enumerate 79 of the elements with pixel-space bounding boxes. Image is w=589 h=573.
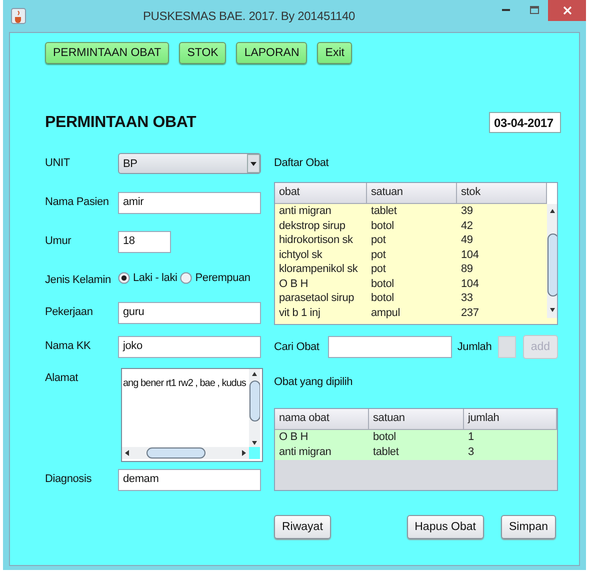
- radio-label: Laki - laki: [133, 272, 178, 284]
- field-label: Nama KK: [45, 339, 92, 352]
- action-button[interactable]: Hapus Obat: [406, 515, 484, 539]
- menu-button[interactable]: STOK: [179, 42, 226, 64]
- app-icon: [11, 8, 26, 24]
- table-cell-text: botol: [372, 430, 397, 445]
- scrollbar[interactable]: [547, 204, 557, 318]
- table-cell-text: O B H: [278, 430, 309, 445]
- radio-label: Perempuan: [195, 272, 250, 284]
- field-label: Pekerjaan: [45, 305, 94, 318]
- table-cell-text: pot: [370, 233, 387, 248]
- page-heading: PERMINTAAN OBAT: [45, 114, 196, 132]
- table-cell-text: 42: [460, 218, 474, 233]
- table-cell-text: parasetaol sirup: [278, 291, 356, 306]
- text-field[interactable]: 18: [118, 231, 171, 253]
- action-button[interactable]: Riwayat: [274, 515, 331, 539]
- radio-button[interactable]: [180, 272, 192, 284]
- header-corner: [547, 183, 557, 204]
- column-header[interactable]: satuan: [367, 183, 457, 204]
- table-cell-text: dekstrop sirup: [278, 218, 346, 233]
- scrollbar[interactable]: [122, 447, 251, 459]
- table-cell-text: 1: [467, 430, 475, 445]
- field-label: Jenis Kelamin: [45, 273, 112, 286]
- table-cell-text: pot: [370, 248, 387, 262]
- column-header[interactable]: satuan: [369, 409, 464, 430]
- table-cell-text: tablet: [372, 445, 400, 460]
- scrollbar[interactable]: [249, 369, 260, 449]
- address-textarea[interactable]: ang bener rt1 rw2 , bae , kudus: [121, 368, 263, 462]
- text-field[interactable]: demam: [118, 469, 261, 491]
- table-cell-text: klorampenikol sk: [278, 262, 359, 276]
- radio-button[interactable]: [118, 272, 130, 284]
- text-field[interactable]: guru: [118, 302, 261, 324]
- field-label: Jumlah: [457, 341, 492, 353]
- section-label: Daftar Obat: [274, 156, 330, 171]
- maximize-icon[interactable]: [530, 6, 538, 14]
- table-cell-text: hidrokortison sk: [278, 233, 354, 248]
- table-cell-text: anti migran: [278, 204, 332, 218]
- action-button[interactable]: Simpan: [501, 515, 556, 539]
- table-cell-text: tablet: [370, 204, 398, 218]
- window-title: PUSKESMAS BAE. 2017. By 201451140: [142, 9, 356, 23]
- menu-button[interactable]: LAPORAN: [236, 42, 308, 64]
- table-cell-text: ampul: [370, 306, 401, 320]
- close-button[interactable]: [548, 0, 586, 21]
- section-label: Obat yang dipilih: [274, 375, 354, 390]
- date-field[interactable]: 03-04-2017: [489, 112, 561, 133]
- table-cell-text: botol: [370, 276, 395, 291]
- unit-dropdown[interactable]: BP: [118, 153, 261, 174]
- column-header[interactable]: jumlah: [464, 409, 557, 430]
- column-header[interactable]: nama obat: [275, 409, 369, 430]
- table-cell-text: botol: [370, 218, 395, 233]
- table-cell-text: 3: [467, 445, 475, 460]
- search-field[interactable]: [328, 336, 452, 358]
- field-label: Alamat: [45, 371, 80, 384]
- close-icon[interactable]: [562, 6, 572, 15]
- table-cell-text: 237: [460, 306, 480, 320]
- column-header[interactable]: obat: [275, 183, 367, 204]
- menu-button[interactable]: PERMINTAAN OBAT: [45, 42, 170, 64]
- field-label: Umur: [45, 234, 72, 247]
- field-label: Cari Obat: [274, 341, 320, 353]
- table-cell-text: botol: [370, 291, 395, 306]
- table-cell-text: 33: [460, 291, 474, 306]
- field-label: Nama Pasien: [45, 195, 110, 208]
- table-cell-text: pot: [370, 262, 387, 276]
- scrollbar-corner: [249, 447, 260, 459]
- menu-button[interactable]: Exit: [317, 42, 352, 64]
- text-field[interactable]: joko: [118, 336, 261, 358]
- field-label: Diagnosis: [45, 472, 93, 485]
- table-cell-text: ichtyol sk: [278, 248, 324, 262]
- table-cell-text: O B H: [278, 276, 309, 291]
- text-field[interactable]: amir: [118, 192, 261, 214]
- table-cell-text: anti migran: [278, 445, 332, 460]
- table-cell-text: 104: [460, 276, 480, 291]
- table-cell-text: vit b 1 inj: [278, 306, 322, 320]
- table-cell-text: 49: [460, 233, 474, 248]
- field-label: UNIT: [45, 156, 71, 169]
- table-cell-text: 89: [460, 262, 474, 276]
- table-cell-text: 39: [460, 204, 474, 218]
- column-header[interactable]: stok: [457, 183, 547, 204]
- table-cell-text: 104: [460, 248, 480, 262]
